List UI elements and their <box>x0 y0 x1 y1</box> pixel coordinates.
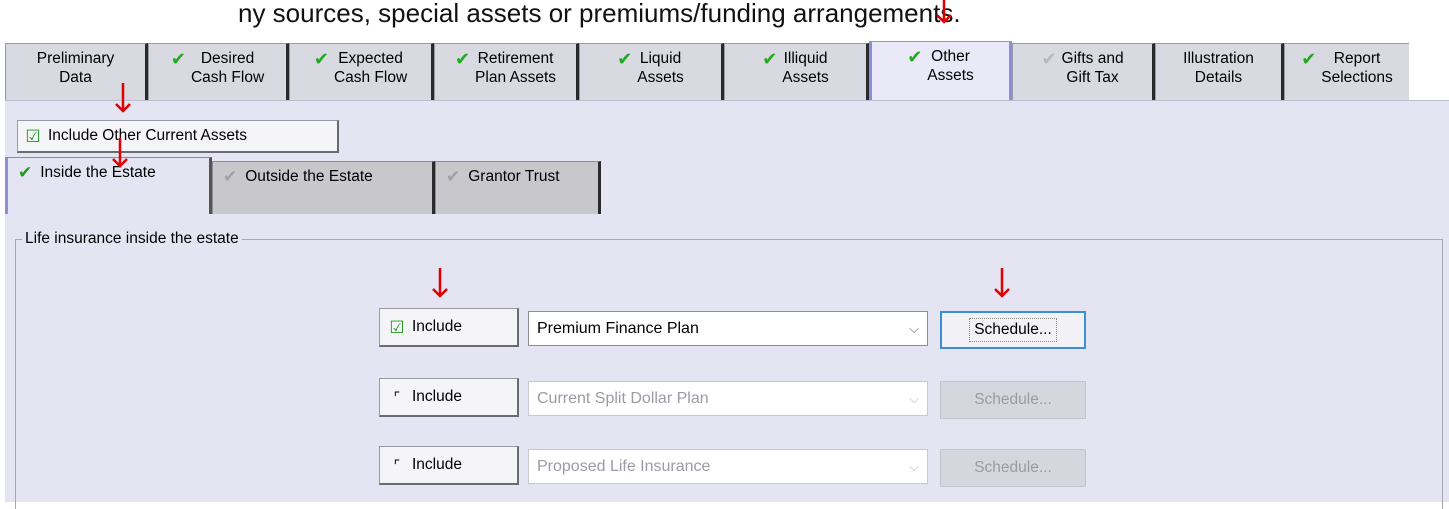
tab-retirement-plan-assets[interactable]: ✔ Retirement Plan Assets <box>434 43 579 101</box>
tab-label: Expected Cash Flow <box>333 50 408 86</box>
schedule-button-premium-finance[interactable]: Schedule... <box>940 311 1086 349</box>
select-value: Proposed Life Insurance <box>537 457 711 475</box>
proposed-life-insurance-select[interactable]: Proposed Life Insurance ⌵ <box>528 449 928 484</box>
tab-illustration-details[interactable]: Illustration Details <box>1155 43 1284 101</box>
check-icon: ✔ <box>1041 49 1057 69</box>
main-tab-bar: Preliminary Data ✔ Desired Cash Flow ✔ E… <box>5 41 1449 101</box>
check-icon: ✔ <box>446 167 461 186</box>
include-label: Include <box>412 456 462 473</box>
top-caption-fragment: ny sources, special assets or premiums/f… <box>238 0 961 28</box>
schedule-button-current-split-dollar[interactable]: Schedule... <box>940 381 1086 419</box>
estate-sub-tab-bar: ✔ Inside the Estate ✔ Outside the Estate… <box>5 157 1449 214</box>
annotation-arrow-icon <box>112 138 128 168</box>
tab-gifts-and-gift-tax[interactable]: ✔ Gifts and Gift Tax <box>1012 43 1155 101</box>
include-label: Include <box>412 388 462 405</box>
checkbox-unchecked-icon: ⌜ <box>393 456 401 473</box>
tab-illiquid-assets[interactable]: ✔ Illiquid Assets <box>724 43 869 101</box>
tab-label: Gifts and Gift Tax <box>1061 50 1124 86</box>
tab-label: Illiquid Assets <box>782 50 829 86</box>
check-icon: ✔ <box>170 49 186 69</box>
subtab-label: Inside the Estate <box>40 164 156 181</box>
tab-label: Retirement Plan Assets <box>475 50 557 86</box>
schedule-label: Schedule... <box>969 318 1057 342</box>
schedule-label: Schedule... <box>974 391 1052 408</box>
subtab-outside-the-estate[interactable]: ✔ Outside the Estate <box>212 161 435 214</box>
include-current-split-dollar-checkbox[interactable]: ⌜ Include <box>379 378 519 417</box>
check-icon: ✔ <box>907 47 923 67</box>
chevron-down-icon: ⌵ <box>909 458 919 474</box>
annotation-arrow-icon <box>115 83 131 113</box>
annotation-arrow-icon <box>936 0 952 24</box>
check-icon: ✔ <box>313 49 329 69</box>
select-value: Premium Finance Plan <box>537 319 699 337</box>
group-box-title: Life insurance inside the estate <box>22 230 242 248</box>
include-other-current-assets-label: Include Other Current Assets <box>48 127 248 144</box>
select-value: Current Split Dollar Plan <box>537 389 709 407</box>
check-icon: ✔ <box>18 163 33 182</box>
schedule-label: Schedule... <box>974 459 1052 476</box>
chevron-down-icon: ⌵ <box>909 390 919 406</box>
tab-liquid-assets[interactable]: ✔ Liquid Assets <box>579 43 724 101</box>
check-icon: ✔ <box>454 49 471 69</box>
current-split-dollar-plan-select[interactable]: Current Split Dollar Plan ⌵ <box>528 381 928 416</box>
check-icon: ✔ <box>1301 49 1317 69</box>
tab-label: Desired Cash Flow <box>190 50 265 86</box>
tab-other-assets[interactable]: ✔ Other Assets <box>869 41 1012 101</box>
include-proposed-life-insurance-checkbox[interactable]: ⌜ Include <box>379 446 519 485</box>
subtab-grantor-trust[interactable]: ✔ Grantor Trust <box>435 161 601 214</box>
tab-label: Preliminary Data <box>36 50 115 86</box>
checkbox-checked-icon: ☑ <box>389 317 405 337</box>
schedule-button-proposed-life-insurance[interactable]: Schedule... <box>940 449 1086 487</box>
tab-report-selections[interactable]: ✔ Report Selections <box>1284 43 1409 101</box>
tab-desired-cash-flow[interactable]: ✔ Desired Cash Flow <box>148 43 289 101</box>
life-insurance-group-box: Life insurance inside the estate ☑ Inclu… <box>15 230 1443 509</box>
chevron-down-icon: ⌵ <box>909 320 919 336</box>
checkbox-checked-icon: ☑ <box>25 126 41 146</box>
annotation-arrow-icon <box>994 268 1010 298</box>
check-icon: ✔ <box>762 49 778 69</box>
check-icon: ✔ <box>223 167 238 186</box>
include-other-current-assets-checkbox[interactable]: ☑ Include Other Current Assets <box>17 120 339 153</box>
checkbox-unchecked-icon: ⌜ <box>393 388 401 405</box>
annotation-arrow-icon <box>432 268 448 298</box>
tab-content-panel: ☑ Include Other Current Assets ✔ Inside … <box>5 100 1449 509</box>
tab-expected-cash-flow[interactable]: ✔ Expected Cash Flow <box>289 43 434 101</box>
premium-finance-plan-select[interactable]: Premium Finance Plan ⌵ <box>528 311 928 346</box>
tab-label: Liquid Assets <box>637 50 684 86</box>
tab-label: Other Assets <box>927 48 974 84</box>
include-premium-finance-checkbox[interactable]: ☑ Include <box>379 308 519 347</box>
include-label: Include <box>412 318 462 335</box>
tab-label: Report Selections <box>1321 50 1393 86</box>
subtab-label: Grantor Trust <box>468 168 560 185</box>
subtab-label: Outside the Estate <box>245 168 373 185</box>
check-icon: ✔ <box>617 49 633 69</box>
subtab-inside-the-estate[interactable]: ✔ Inside the Estate <box>5 157 212 214</box>
tab-label: Illustration Details <box>1183 50 1254 86</box>
